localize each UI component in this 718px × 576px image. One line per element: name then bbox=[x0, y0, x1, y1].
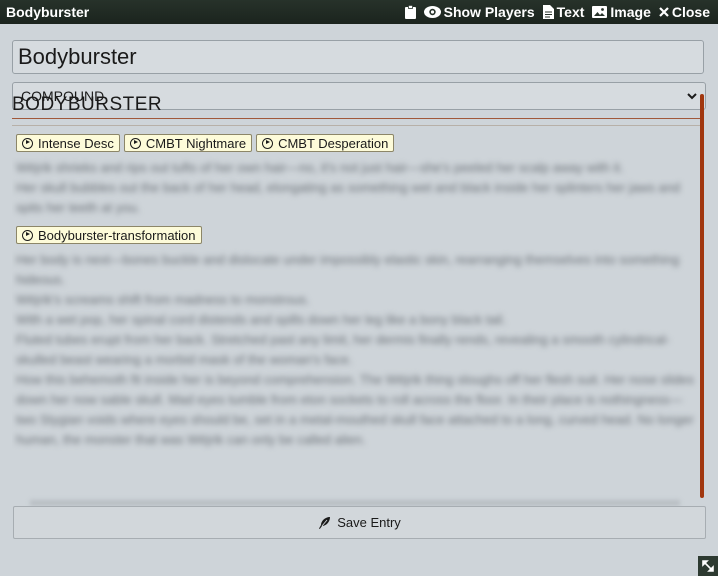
play-icon bbox=[22, 229, 33, 241]
text-line: Wëjrik shrieks and rips out tufts of her… bbox=[16, 160, 624, 175]
show-players-label: Show Players bbox=[443, 4, 535, 20]
macro-label: Intense Desc bbox=[38, 135, 114, 151]
text-line: Wëjrik's screams shift from madness to m… bbox=[16, 292, 310, 307]
close-button[interactable]: Close bbox=[659, 4, 710, 20]
title-bar[interactable]: Bodyburster Show Players Text Image Clos… bbox=[0, 0, 718, 24]
text-line: With a wet pop, her spinal cord distends… bbox=[16, 312, 506, 327]
image-label: Image bbox=[610, 4, 651, 20]
entry-content[interactable]: BODYBURSTER Intense Desc CMBT Nightmare … bbox=[12, 92, 704, 498]
text-line: Fluted tubes erupt from her back. Stretc… bbox=[16, 332, 670, 367]
macro-button-bodyburster-transformation[interactable]: Bodyburster-transformation bbox=[16, 226, 202, 244]
play-icon bbox=[129, 137, 141, 149]
document-icon bbox=[542, 5, 554, 19]
macro-button-intense-desc[interactable]: Intense Desc bbox=[16, 134, 120, 152]
play-icon bbox=[22, 137, 33, 149]
save-entry-button[interactable]: Save Entry bbox=[13, 506, 706, 539]
resize-icon bbox=[702, 560, 714, 572]
image-button[interactable]: Image bbox=[592, 4, 651, 20]
clipboard-icon bbox=[404, 5, 416, 19]
blurred-paragraph-1: Wëjrik shrieks and rips out tufts of her… bbox=[16, 158, 696, 218]
window-title: Bodyburster bbox=[6, 4, 90, 20]
save-entry-label: Save Entry bbox=[337, 515, 401, 530]
title-actions: Show Players Text Image Close bbox=[404, 4, 718, 20]
play-icon bbox=[262, 137, 274, 149]
macro-button-row: Intense Desc CMBT Nightmare CMBT Despera… bbox=[16, 134, 704, 152]
content-scrollbar[interactable] bbox=[700, 94, 704, 498]
blurred-paragraph-2: Her body is next—bones buckle and disloc… bbox=[16, 250, 696, 450]
close-icon bbox=[659, 7, 669, 17]
macro-button-row: Bodyburster-transformation bbox=[16, 226, 704, 244]
eye-icon bbox=[423, 6, 441, 18]
macro-label: CMBT Desperation bbox=[278, 135, 389, 151]
macro-label: Bodyburster-transformation bbox=[38, 227, 196, 243]
text-line: Her body is next—bones buckle and disloc… bbox=[16, 252, 680, 287]
image-icon bbox=[592, 6, 608, 18]
text-button[interactable]: Text bbox=[542, 4, 585, 20]
text-label: Text bbox=[556, 4, 585, 20]
macro-button-cmbt-desperation[interactable]: CMBT Desperation bbox=[256, 134, 395, 152]
close-label: Close bbox=[671, 4, 710, 20]
entry-heading: BODYBURSTER bbox=[12, 94, 163, 115]
resize-handle[interactable] bbox=[698, 556, 718, 576]
feather-icon bbox=[319, 517, 331, 529]
macro-button-cmbt-nightmare[interactable]: CMBT Nightmare bbox=[123, 134, 253, 152]
text-line: Her skull bubbles out the back of her he… bbox=[16, 180, 681, 215]
copy-button[interactable] bbox=[404, 5, 416, 19]
show-players-button[interactable]: Show Players bbox=[423, 4, 535, 20]
text-line: How this behemoth fit inside her is beyo… bbox=[16, 372, 695, 447]
heading-divider bbox=[12, 118, 700, 119]
macro-label: CMBT Nightmare bbox=[145, 135, 247, 151]
entry-name-input[interactable] bbox=[12, 40, 704, 74]
section-divider bbox=[12, 125, 700, 126]
